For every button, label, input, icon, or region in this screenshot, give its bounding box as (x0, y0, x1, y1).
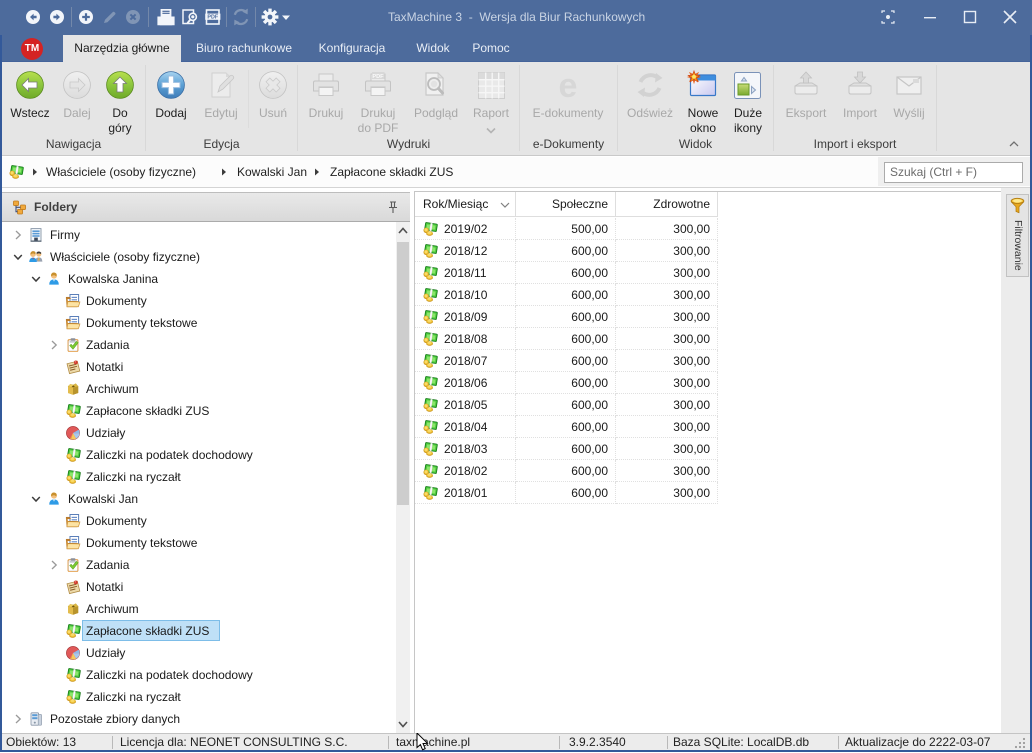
svg-text:e: e (559, 67, 578, 105)
svg-text:PDF: PDF (372, 74, 384, 80)
svg-text:PDF: PDF (207, 15, 218, 21)
